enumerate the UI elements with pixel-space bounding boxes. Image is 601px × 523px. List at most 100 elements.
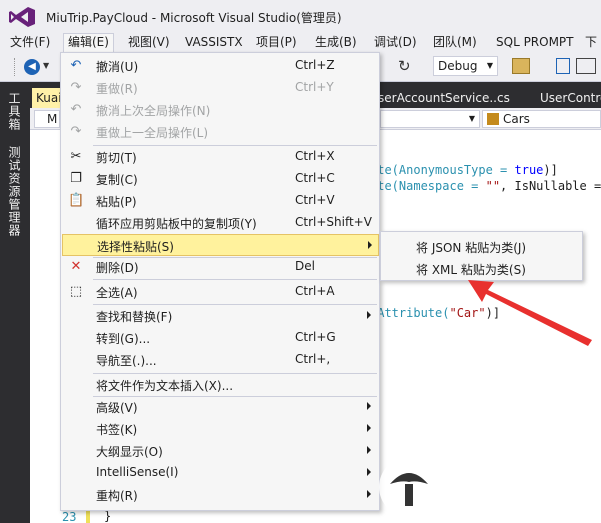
menu-item-shortcut: Ctrl+Z: [295, 58, 335, 72]
menu-item-label: 高级(V): [96, 401, 138, 415]
code-token: tAttribute(: [370, 306, 450, 320]
menu-debug[interactable]: 调试(D): [373, 34, 418, 52]
annotation-arrow-icon: [468, 280, 592, 346]
menu-item-navigate-to[interactable]: 导航至(.)... Ctrl+,: [62, 349, 379, 371]
menu-item-label: 查找和替换(F): [96, 310, 173, 324]
menu-item-label: 删除(D): [96, 261, 139, 275]
menu-item-cut[interactable]: ✂ 剪切(T) Ctrl+X: [62, 146, 379, 168]
line-number: 23: [62, 510, 77, 523]
menu-project[interactable]: 项目(P): [255, 34, 298, 52]
code-token: true: [514, 163, 544, 177]
member-combo[interactable]: Cars: [482, 110, 601, 128]
tab-user-control[interactable]: UserContro: [540, 88, 601, 108]
menu-item-label: 导航至(.)...: [96, 354, 157, 368]
copy-icon: ❐: [70, 171, 82, 186]
menu-item-label: 撤消(U): [96, 60, 139, 74]
code-token: ute(AnonymousType =: [370, 163, 515, 177]
scissors-icon: ✂: [70, 149, 82, 164]
project-combo[interactable]: M: [34, 110, 60, 128]
menu-item-label: 重构(R): [96, 489, 138, 503]
menu-item-label: 重做(R): [96, 82, 138, 96]
menu-item-undo[interactable]: ↶ 撤消(U) Ctrl+Z: [62, 55, 379, 77]
menu-item-bookmarks[interactable]: 书签(K): [62, 418, 379, 440]
menu-item-shortcut: Ctrl+V: [295, 193, 335, 207]
menu-item-shortcut: Ctrl+Y: [295, 80, 334, 94]
menu-item-label: 选择性粘贴(S): [97, 240, 174, 254]
menu-item-label: 全选(A): [96, 286, 138, 300]
window-title: MiuTrip.PayCloud - Microsoft Visual Stud…: [46, 11, 342, 25]
menu-sql-prompt[interactable]: SQL PROMPT: [495, 34, 575, 52]
menu-item-refactor[interactable]: 重构(R): [62, 484, 379, 506]
watermark-title: 黑区网络: [450, 464, 578, 499]
left-tool-strip: 工具箱 测试资源管理器: [0, 82, 30, 523]
chevron-down-icon: ▼: [486, 61, 493, 70]
menu-item-label: 将文件作为文本插入(X)...: [96, 379, 234, 393]
menu-item-shortcut: Ctrl+X: [295, 149, 335, 163]
edit-menu-dropdown: ↶ 撤消(U) Ctrl+Z ↷ 重做(R) Ctrl+Y ↶ 撤消上次全局操作…: [60, 52, 380, 511]
configuration-select[interactable]: Debug ▼: [433, 56, 498, 76]
visual-studio-logo-icon: [9, 7, 35, 27]
menu-item-intellisense[interactable]: IntelliSense(I): [62, 462, 379, 484]
submenu-arrow-icon: [367, 311, 371, 319]
menu-item-redo-global[interactable]: ↷ 重做上一全局操作(L): [62, 121, 379, 143]
member-combo-value: Cars: [503, 112, 530, 126]
menu-item-label: 转到(G)...: [96, 332, 151, 346]
submenu-arrow-icon: [368, 241, 372, 249]
menu-item-shortcut: Ctrl+A: [295, 284, 335, 298]
project-combo-value: M: [47, 112, 58, 126]
menu-item-shortcut: Ctrl+Shift+V: [295, 215, 372, 229]
submenu-arrow-icon: [367, 402, 371, 410]
toolbar-grip[interactable]: [14, 58, 18, 76]
menu-item-outlining[interactable]: 大纲显示(O): [62, 440, 379, 462]
menu-team[interactable]: 团队(M): [432, 34, 478, 52]
watermark-logo-icon: [379, 457, 439, 517]
menu-item-advanced[interactable]: 高级(V): [62, 396, 379, 418]
menu-item-find-replace[interactable]: 查找和替换(F): [62, 305, 379, 327]
toolbox-tab[interactable]: 工具箱: [6, 92, 23, 131]
menu-item-shortcut: Ctrl+G: [295, 330, 336, 344]
menu-item-delete[interactable]: ✕ 删除(D) Del: [62, 256, 379, 278]
title-bar: MiuTrip.PayCloud - Microsoft Visual Stud…: [0, 0, 601, 32]
class-icon: [487, 113, 499, 125]
navigate-back-icon[interactable]: ◀: [24, 59, 40, 75]
menu-item-undo-global[interactable]: ↶ 撤消上次全局操作(N): [62, 99, 379, 121]
menu-item-copy[interactable]: ❐ 复制(C) Ctrl+C: [62, 168, 379, 190]
menu-item-label: 剪切(T): [96, 151, 137, 165]
code-token: "": [485, 179, 501, 193]
menu-item-label: 复制(C): [96, 173, 138, 187]
code-token: ute(Namespace =: [370, 179, 486, 193]
menu-edit[interactable]: 编辑(E): [63, 33, 114, 53]
refresh-icon[interactable]: ↻: [398, 57, 411, 75]
menu-file[interactable]: 文件(F): [9, 34, 51, 52]
menu-build[interactable]: 生成(B): [314, 34, 358, 52]
layout-icon[interactable]: [576, 58, 596, 74]
code-token: , IsNullable =: [500, 179, 601, 193]
menu-item-paste-special[interactable]: 选择性粘贴(S): [62, 234, 379, 256]
chevron-down-icon[interactable]: ▼: [43, 61, 49, 70]
solution-folder-icon[interactable]: [512, 58, 530, 74]
menu-more[interactable]: 下: [584, 34, 598, 52]
menu-view[interactable]: 视图(V): [127, 34, 171, 52]
code-line-1: ute(AnonymousType = true)]: [370, 163, 558, 177]
menu-item-paste[interactable]: 📋 粘贴(P) Ctrl+V: [62, 190, 379, 212]
paste-json-as-classes[interactable]: 将 JSON 粘贴为类(J): [416, 239, 526, 256]
menu-item-goto[interactable]: 转到(G)... Ctrl+G: [62, 327, 379, 349]
menu-item-redo[interactable]: ↷ 重做(R) Ctrl+Y: [62, 77, 379, 99]
test-explorer-tab[interactable]: 测试资源管理器: [6, 146, 23, 237]
menu-vassistx[interactable]: VASSISTX: [184, 34, 244, 52]
redo-global-icon: ↷: [70, 124, 82, 139]
type-combo[interactable]: ▼: [380, 110, 480, 128]
bookmark-icon[interactable]: [556, 58, 570, 74]
menu-item-label: 循环应用剪贴板中的复制项(Y): [96, 217, 257, 231]
menu-item-label: 撤消上次全局操作(N): [96, 104, 211, 118]
menu-item-label: IntelliSense(I): [96, 465, 179, 479]
watermark-url: www.heiqu.com: [468, 498, 580, 514]
menu-item-label: 重做上一全局操作(L): [96, 126, 209, 140]
menu-item-insert-file[interactable]: 将文件作为文本插入(X)...: [62, 374, 379, 396]
tab-account-service[interactable]: serAccountService..cs: [378, 88, 510, 108]
watermark: 黑区网络 www.heiqu.com: [370, 450, 601, 523]
menu-item-cycle-clipboard[interactable]: 循环应用剪贴板中的复制项(Y) Ctrl+Shift+V: [62, 212, 379, 234]
menu-item-label: 大纲显示(O): [96, 445, 163, 459]
menu-item-select-all[interactable]: ⬚ 全选(A) Ctrl+A: [62, 281, 379, 303]
configuration-value: Debug: [438, 59, 478, 73]
